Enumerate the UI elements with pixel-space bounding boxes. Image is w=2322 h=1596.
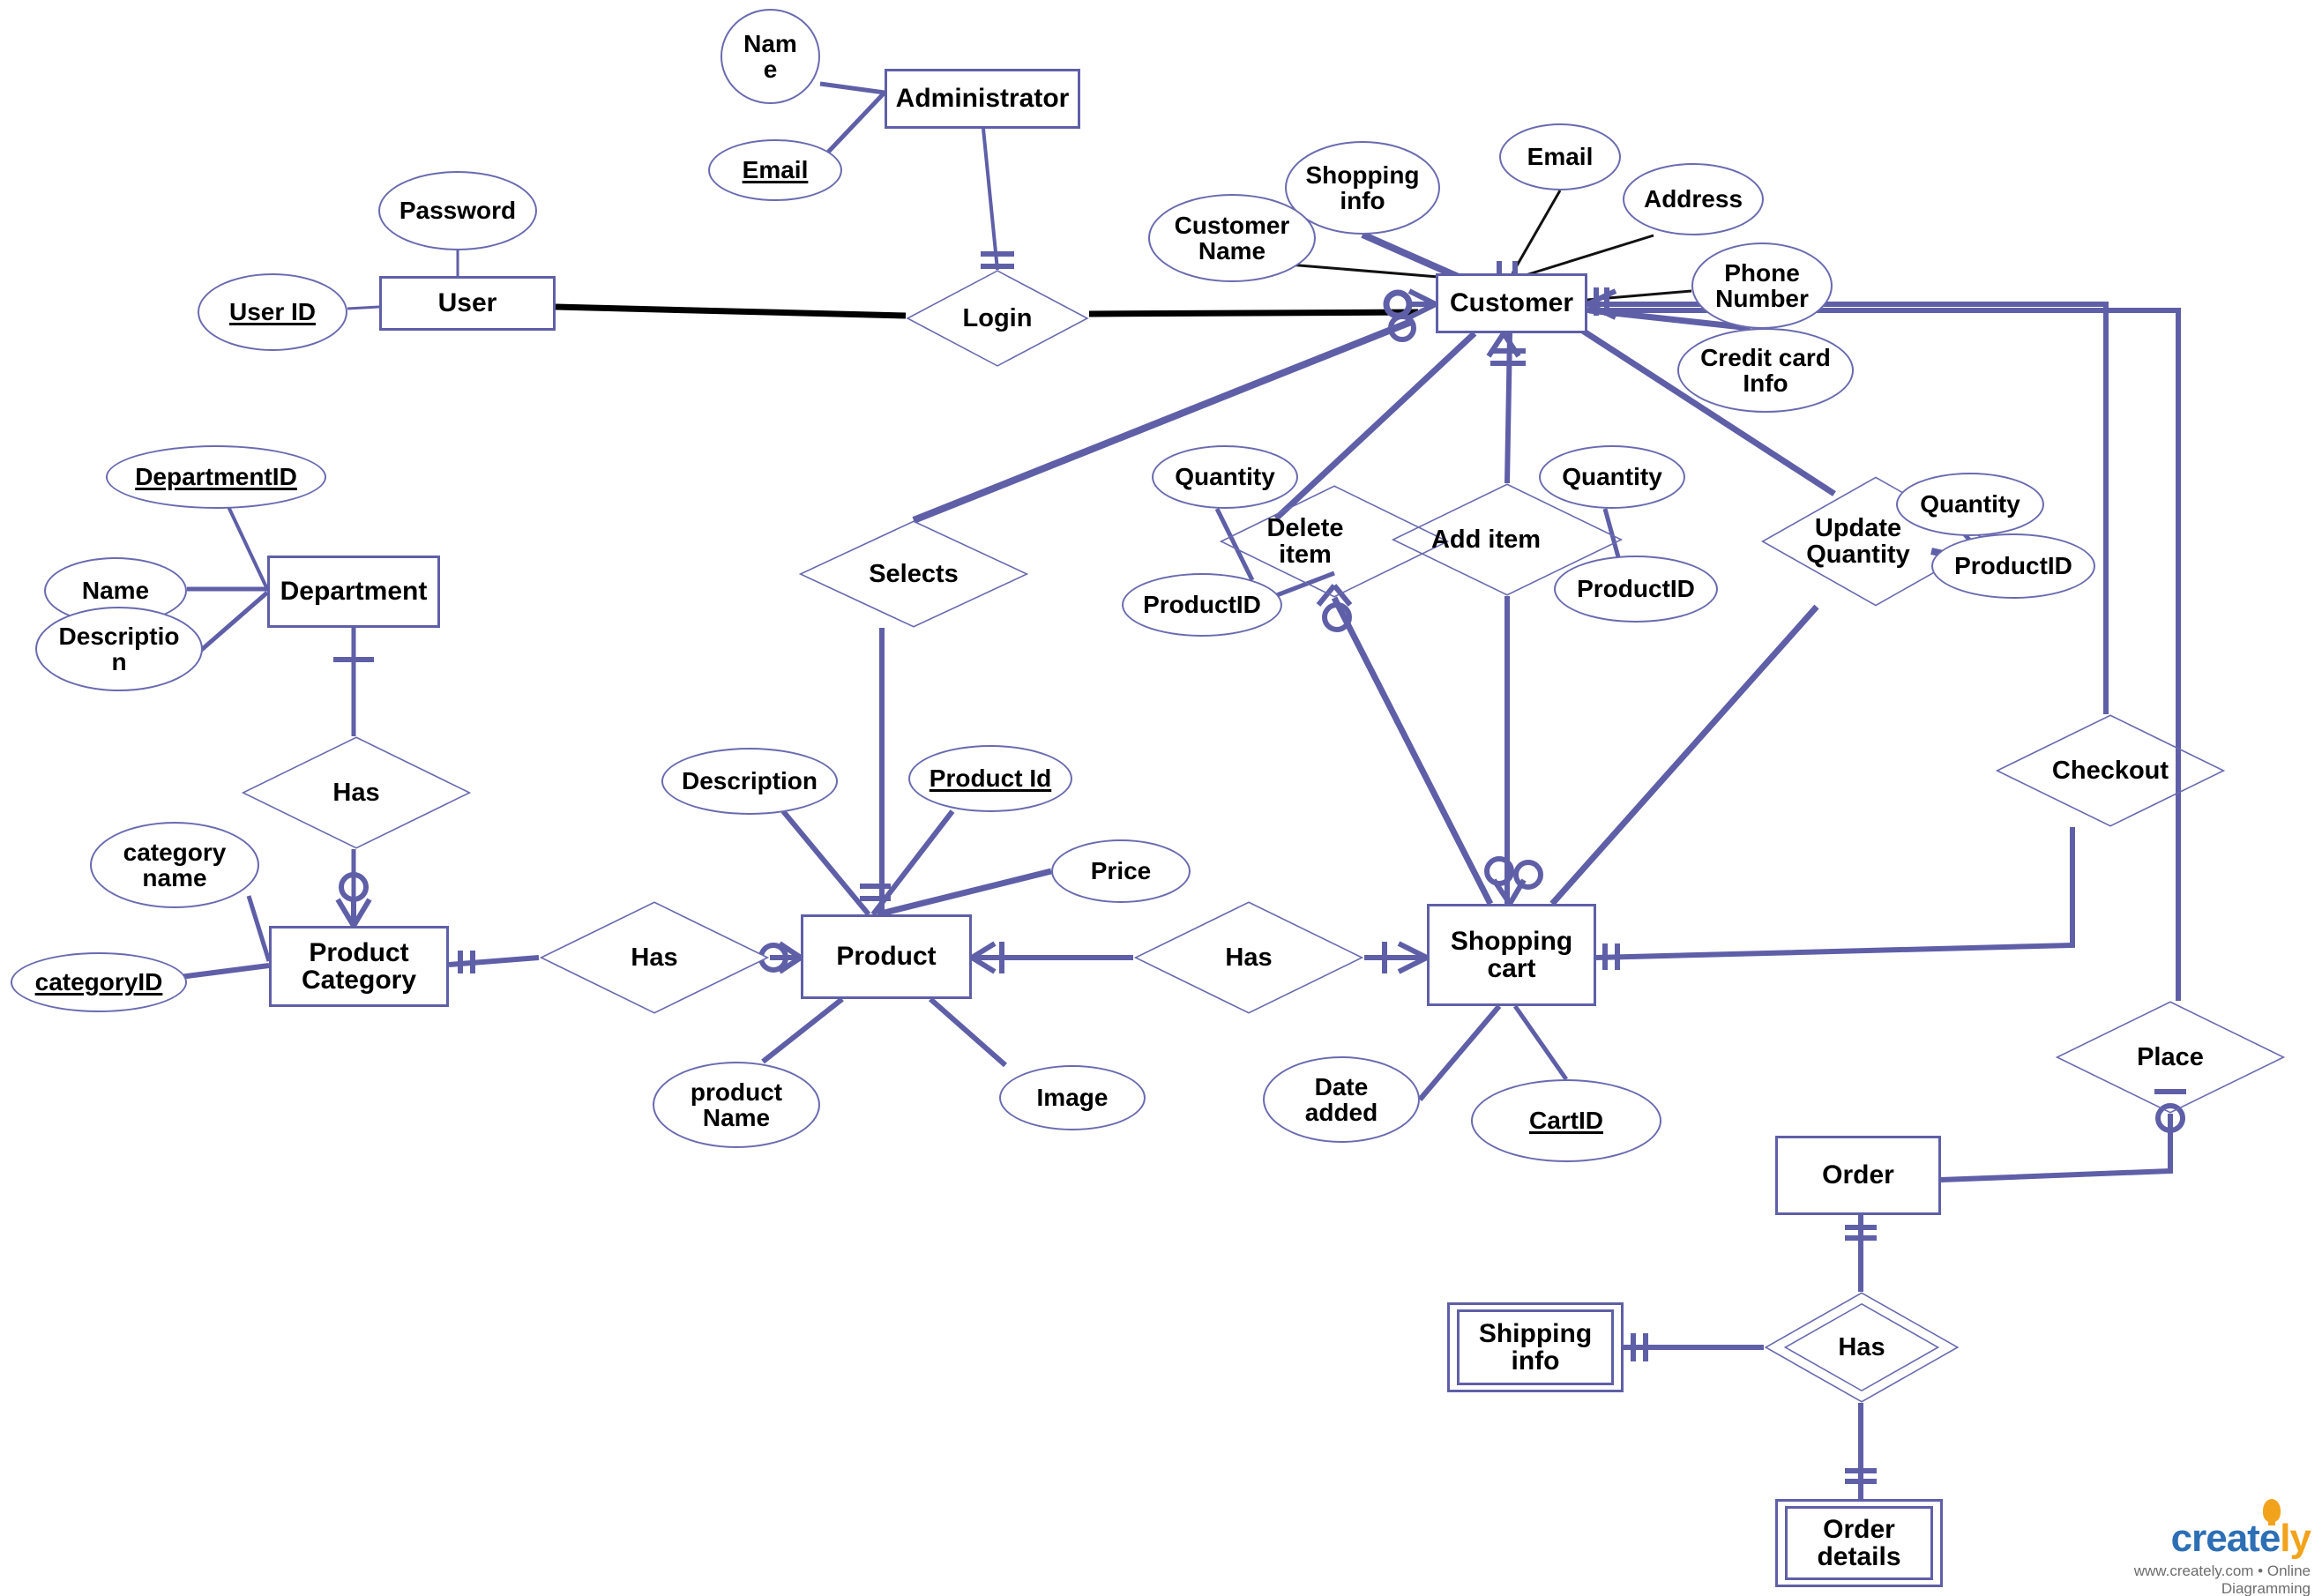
- relationship-label: Place: [2137, 1042, 2204, 1071]
- attribute-update-quantity-product-id[interactable]: ProductID: [1931, 533, 2095, 599]
- entity-product-category[interactable]: Product Category: [269, 926, 449, 1007]
- attribute-user-id[interactable]: User ID: [198, 273, 347, 351]
- relationship-selects[interactable]: Selects: [798, 520, 1029, 628]
- attribute-add-item-product-id[interactable]: ProductID: [1554, 556, 1718, 623]
- relationship-department-has[interactable]: Has: [241, 736, 472, 849]
- attribute-label: Price: [1090, 857, 1152, 885]
- attribute-label: CartID: [1528, 1107, 1603, 1135]
- attribute-label: Description: [681, 767, 818, 795]
- relationship-label: Add item: [1430, 525, 1542, 554]
- attribute-product-image[interactable]: Image: [999, 1065, 1146, 1130]
- relationship-login[interactable]: Login: [906, 270, 1089, 367]
- attribute-label: Customer Name: [1174, 211, 1290, 265]
- relationship-place[interactable]: Place: [2055, 1001, 2286, 1114]
- attribute-add-item-quantity[interactable]: Quantity: [1539, 445, 1685, 509]
- attribute-department-id[interactable]: DepartmentID: [106, 445, 326, 509]
- attribute-delete-item-product-id[interactable]: ProductID: [1122, 573, 1282, 637]
- entity-product[interactable]: Product: [801, 914, 972, 999]
- entity-order-details[interactable]: Order details: [1775, 1499, 1943, 1587]
- attribute-product-id[interactable]: Product Id: [908, 745, 1072, 812]
- attribute-label: Email: [742, 156, 809, 184]
- attribute-label: Date added: [1304, 1072, 1378, 1126]
- attribute-label: ProductID: [1954, 552, 2072, 580]
- relationship-category-has[interactable]: Has: [539, 901, 770, 1014]
- attribute-label: ProductID: [1577, 575, 1695, 603]
- attribute-label: categoryID: [34, 968, 163, 996]
- attribute-label: Phone Number: [1715, 258, 1809, 312]
- entity-shipping-info[interactable]: Shipping info: [1447, 1302, 1624, 1392]
- relationship-label: Selects: [869, 559, 959, 588]
- attribute-delete-item-quantity[interactable]: Quantity: [1152, 445, 1298, 509]
- attribute-product-name[interactable]: product Name: [653, 1062, 820, 1148]
- creately-watermark: creately www.creately.com • Online Diagr…: [2090, 1499, 2311, 1596]
- attribute-label: Product Id: [929, 764, 1052, 793]
- attribute-label: Image: [1036, 1084, 1109, 1112]
- attribute-customer-email[interactable]: Email: [1499, 123, 1621, 190]
- entity-administrator[interactable]: Administrator: [885, 69, 1080, 129]
- attribute-label: Name: [81, 577, 150, 605]
- attribute-cart-date-added[interactable]: Date added: [1263, 1056, 1420, 1143]
- relationship-label: Has: [1225, 943, 1273, 972]
- entity-label: User: [437, 288, 497, 318]
- entity-label: Product: [836, 942, 937, 972]
- attribute-category-id[interactable]: categoryID: [11, 952, 187, 1012]
- attribute-label: Shopping info: [1305, 160, 1420, 214]
- entity-customer[interactable]: Customer: [1436, 273, 1587, 333]
- er-diagram-canvas: Administrator User Customer Department P…: [0, 0, 2322, 1596]
- entity-label: Department: [280, 577, 428, 607]
- watermark-subtitle: www.creately.com • Online Diagramming: [2133, 1562, 2311, 1596]
- entity-label: Shopping cart: [1450, 926, 1573, 983]
- relationship-label: Has: [332, 778, 380, 807]
- attribute-label: Credit card Info: [1700, 343, 1831, 397]
- attribute-label: Password: [399, 197, 517, 225]
- relationship-label: Update Quantity: [1806, 513, 1910, 569]
- attribute-administrator-name[interactable]: Nam e: [720, 9, 820, 104]
- attribute-customer-credit-card-info[interactable]: Credit card Info: [1677, 328, 1854, 413]
- attribute-product-price[interactable]: Price: [1051, 839, 1191, 903]
- attribute-department-description[interactable]: Descriptio n: [35, 607, 203, 691]
- entity-label: Administrator: [895, 84, 1070, 114]
- entity-label: Order: [1822, 1160, 1894, 1190]
- relationship-label: Has: [631, 943, 678, 972]
- attribute-user-password[interactable]: Password: [378, 171, 537, 250]
- attribute-administrator-email[interactable]: Email: [708, 139, 842, 201]
- relationship-label: Has: [1838, 1332, 1885, 1361]
- watermark-brand-1: creat: [2170, 1517, 2260, 1560]
- attribute-label: Nam e: [743, 29, 797, 83]
- attribute-label: DepartmentID: [135, 463, 297, 491]
- attribute-label: Quantity: [1175, 463, 1275, 491]
- entity-label: Customer: [1449, 288, 1574, 318]
- relationship-checkout[interactable]: Checkout: [1995, 714, 2226, 827]
- attribute-label: Descriptio n: [58, 622, 180, 675]
- relationship-cart-has[interactable]: Has: [1133, 901, 1364, 1014]
- entity-label: Order details: [1785, 1506, 1933, 1580]
- attribute-label: Email: [1527, 143, 1594, 171]
- entity-shopping-cart[interactable]: Shopping cart: [1427, 904, 1596, 1006]
- relationship-label: Delete item: [1266, 513, 1344, 569]
- attribute-category-name[interactable]: category name: [90, 822, 259, 908]
- attribute-label: ProductID: [1143, 591, 1261, 619]
- attribute-label: category name: [123, 838, 227, 891]
- attribute-product-description[interactable]: Description: [661, 748, 838, 815]
- attribute-label: Address: [1643, 185, 1743, 213]
- attribute-customer-address[interactable]: Address: [1623, 163, 1764, 235]
- attribute-label: Quantity: [1920, 490, 2020, 518]
- attribute-label: product Name: [690, 1078, 783, 1131]
- attribute-cart-id[interactable]: CartID: [1471, 1079, 1661, 1162]
- attribute-customer-phone-number[interactable]: Phone Number: [1691, 242, 1833, 329]
- attribute-label: User ID: [228, 298, 317, 326]
- entity-label: Product Category: [301, 937, 417, 995]
- attribute-label: Quantity: [1562, 463, 1662, 491]
- lightbulb-icon: [2263, 1499, 2281, 1525]
- attribute-update-quantity-quantity[interactable]: Quantity: [1896, 473, 2044, 536]
- entity-label: Shipping info: [1457, 1309, 1614, 1385]
- entity-order[interactable]: Order: [1775, 1136, 1941, 1215]
- watermark-brand-3: ly: [2280, 1517, 2311, 1560]
- entity-department[interactable]: Department: [267, 556, 440, 628]
- entity-user[interactable]: User: [379, 276, 556, 331]
- relationship-label: Checkout: [2051, 756, 2169, 785]
- attribute-customer-name[interactable]: Customer Name: [1148, 194, 1316, 282]
- relationship-order-has[interactable]: Has: [1764, 1292, 1960, 1403]
- relationship-label: Login: [962, 303, 1033, 332]
